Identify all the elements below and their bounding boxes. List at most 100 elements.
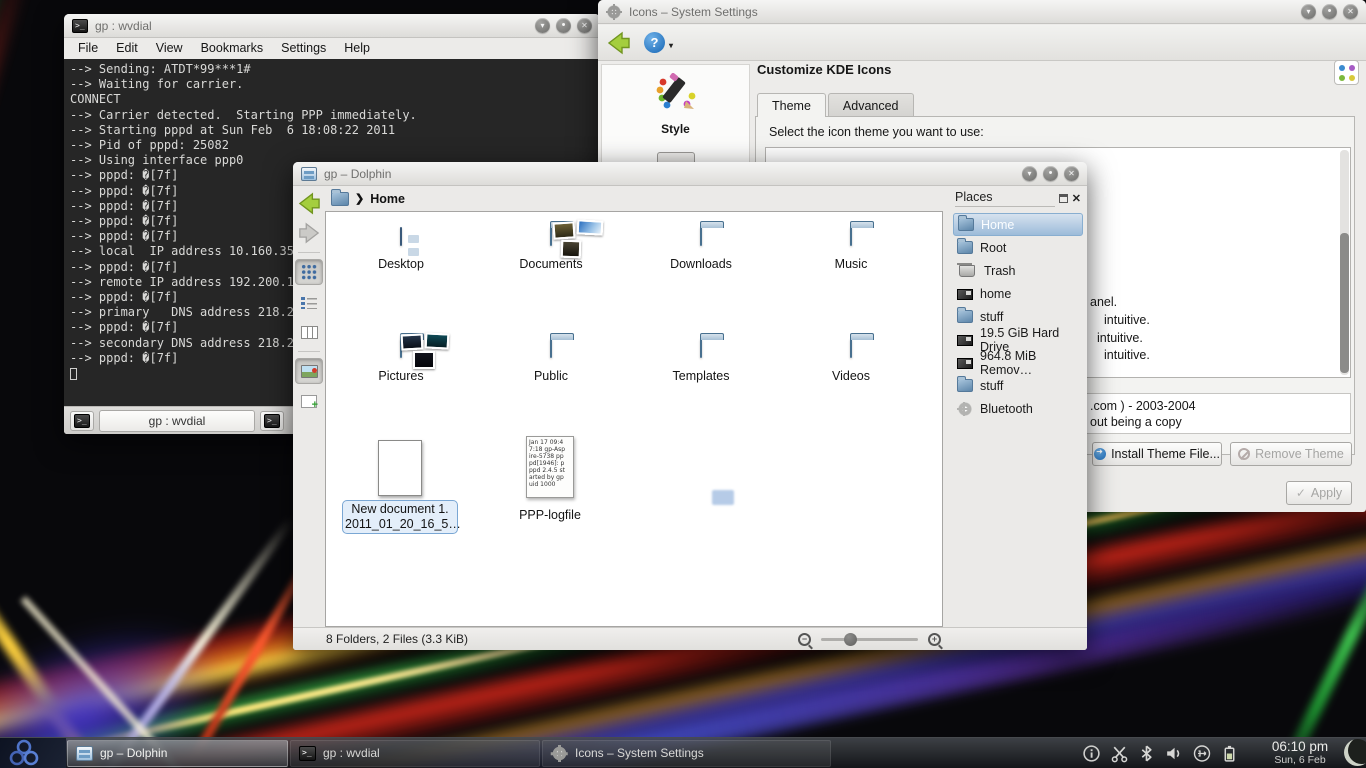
forward-button[interactable] [295,220,323,246]
home-folder-icon[interactable] [331,192,349,206]
tab-advanced[interactable]: Advanced [828,93,914,117]
konsole-tab[interactable]: gp : wvdial [99,410,255,432]
list-scrollbar-thumb[interactable] [1340,233,1349,373]
close-panel-icon[interactable]: ✕ [1072,192,1081,205]
folder-item[interactable]: Documents [519,222,582,334]
zoom-slider[interactable] [821,638,918,641]
back-button[interactable] [295,190,323,216]
battery-icon[interactable] [1221,744,1238,763]
app-launcher-button[interactable] [0,738,66,768]
install-theme-button[interactable]: Install Theme File... [1092,442,1222,466]
clock-time: 06:10 pm [1262,740,1338,755]
plasma-toolbox-cashew-icon[interactable] [1344,739,1366,766]
maximize-button[interactable] [556,18,571,33]
status-bar: 8 Folders, 2 Files (3.3 KiB) − + [293,627,1087,650]
sidebar-style-label: Style [602,122,749,136]
split-view-button[interactable] [295,388,323,414]
zoom-slider-handle[interactable] [844,633,857,646]
folder-icon [400,339,402,358]
folder-item[interactable]: Videos [832,334,870,446]
remove-theme-button[interactable]: Remove Theme [1230,442,1352,466]
split-view-icon [301,395,317,408]
minimize-button[interactable] [1301,4,1316,19]
menu-item[interactable]: Bookmarks [201,41,264,55]
folder-item[interactable]: Desktop [378,222,424,334]
places-item[interactable]: Home [953,213,1083,236]
ppp-logfile-label[interactable]: PPP-logfile [504,508,596,522]
menu-item[interactable]: File [78,41,98,55]
maximize-button[interactable] [1043,166,1058,181]
apply-check-icon [1296,486,1306,500]
folder-label: Desktop [378,257,424,271]
columns-view-button[interactable] [295,319,323,345]
terminal-line: --> Sending: ATDT*99***1# [70,62,594,77]
places-item[interactable]: 964.8 MiB Remov… [953,351,1083,374]
folder-label: Public [534,369,568,383]
back-icon[interactable] [606,31,632,55]
close-button[interactable] [1343,4,1358,19]
places-item[interactable]: Root [953,236,1083,259]
folder-item[interactable]: Music [835,222,868,334]
details-view-button[interactable] [295,289,323,315]
taskbar-task[interactable]: Icons – System Settings [542,740,831,767]
clock[interactable]: 06:10 pm Sun, 6 Feb [1262,740,1338,766]
gear-icon [606,4,622,20]
info-icon[interactable] [1082,744,1101,763]
syssettings-titlebar[interactable]: Icons – System Settings [598,0,1366,24]
places-item[interactable]: Bluetooth [953,397,1083,420]
close-button[interactable] [577,18,592,33]
volume-icon[interactable] [1164,744,1183,763]
zoom-out-icon[interactable]: − [798,633,811,646]
folder-icon [850,227,852,246]
taskbar-task[interactable]: gp – Dolphin [67,740,288,767]
page-title: Customize KDE Icons [757,62,891,77]
menu-item[interactable]: Settings [281,41,326,55]
status-text: 8 Folders, 2 Files (3.3 KiB) [326,632,468,646]
selected-file-label[interactable]: New document 1. 2011_01_20_16_5… [342,500,458,534]
file-view[interactable]: Desktop Documents Downloads [325,211,943,627]
minimize-button[interactable] [535,18,550,33]
places-item[interactable]: home [953,282,1083,305]
tab-theme[interactable]: Theme [757,93,826,117]
dolphin-titlebar[interactable]: gp – Dolphin [293,162,1087,186]
taskbar-task[interactable]: gp : wvdial [290,740,540,767]
preview-button[interactable] [295,358,323,384]
apply-button[interactable]: Apply [1286,481,1352,505]
float-panel-icon[interactable] [1059,194,1068,203]
syssettings-title: Icons – System Settings [629,5,758,19]
help-icon[interactable]: ? [644,32,665,53]
places-item[interactable]: stuff [953,374,1083,397]
folder-item[interactable]: Pictures [378,334,423,446]
columns-view-icon [301,326,318,339]
ppp-logfile-icon[interactable]: Jan 17 09:4 7:18 gp-Asp ire-5738 pp pd[1… [526,436,574,498]
folder-label: Videos [832,369,870,383]
close-button[interactable] [1064,166,1079,181]
folder-item[interactable]: Downloads [670,222,732,334]
new-document-file-icon[interactable] [378,440,422,496]
taskbar: gp – Dolphin gp : wvdial Icons – System … [0,737,1366,768]
usb-device-notifier-icon[interactable] [1192,744,1212,763]
menu-item[interactable]: Help [344,41,370,55]
bluetooth-icon[interactable] [1138,744,1155,763]
menu-item[interactable]: View [156,41,183,55]
folder-item[interactable]: Templates [673,334,730,446]
tab-action-button[interactable] [260,411,284,431]
place-icon [957,335,973,346]
klipper-scissors-icon[interactable] [1110,744,1129,763]
zoom-in-icon[interactable]: + [928,633,941,646]
minimize-button[interactable] [1022,166,1037,181]
places-item[interactable]: Trash [953,259,1083,282]
place-label: Bluetooth [980,402,1033,416]
folder-label: Music [835,257,868,271]
menu-item[interactable]: Edit [116,41,138,55]
launcher-trefoil-icon [4,738,44,768]
icons-view-button[interactable] [295,259,323,285]
folder-item[interactable]: Public [534,334,568,446]
place-label: home [980,287,1011,301]
task-icon [551,746,568,761]
place-icon [957,402,973,416]
konsole-titlebar[interactable]: gp : wvdial [64,14,600,38]
breadcrumb-home[interactable]: Home [370,192,405,206]
maximize-button[interactable] [1322,4,1337,19]
new-tab-button[interactable] [70,411,94,431]
